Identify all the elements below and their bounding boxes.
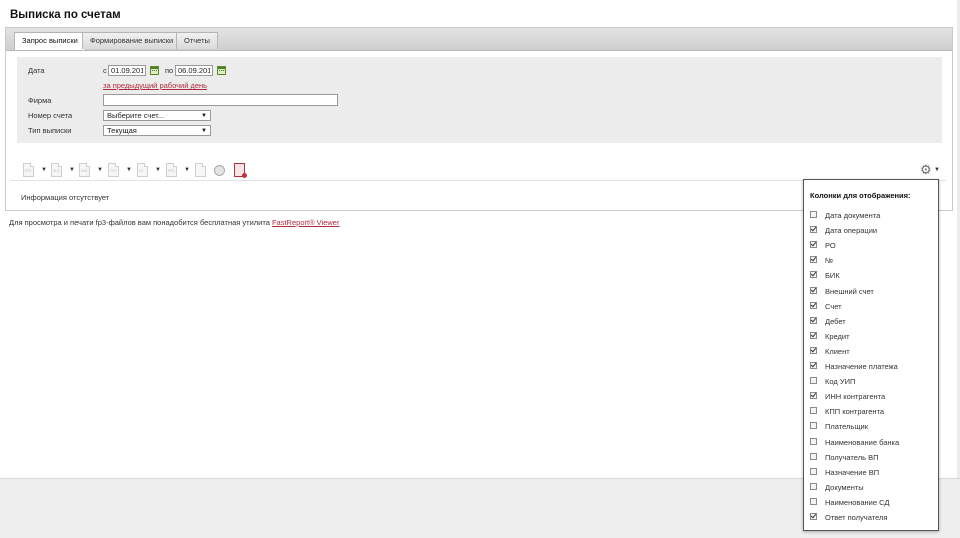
column-checkbox[interactable] xyxy=(810,316,817,324)
column-option-label: Клиент xyxy=(825,346,850,356)
date-label: Дата xyxy=(28,66,45,75)
chevron-down-icon[interactable]: ▼ xyxy=(41,167,47,173)
column-checkbox[interactable] xyxy=(810,241,817,249)
date-to-prefix: по xyxy=(165,66,174,75)
column-checkbox[interactable] xyxy=(810,377,817,385)
column-option-label: КПП контрагента xyxy=(825,407,885,417)
firm-label: Фирма xyxy=(28,96,52,105)
column-checkbox[interactable] xyxy=(810,467,817,475)
date-to-input[interactable] xyxy=(175,65,213,76)
fp3-viewer-note: Для просмотра и печати fp3-файлов вам по… xyxy=(9,218,339,227)
column-option-label: Дата операции xyxy=(825,226,878,236)
column-checkbox[interactable] xyxy=(810,422,817,430)
chevron-down-icon[interactable]: ▼ xyxy=(934,167,940,173)
column-option-label: Дебет xyxy=(825,316,846,326)
previous-business-day-link[interactable]: за предыдущий рабочий день xyxy=(103,81,207,90)
account-select[interactable]: Выберите счет... ▼ xyxy=(103,110,211,121)
column-option-label: Документы xyxy=(825,482,864,492)
column-checkbox[interactable] xyxy=(810,392,817,400)
column-checkbox[interactable] xyxy=(810,211,817,218)
fp3-icon: FP3 xyxy=(166,163,177,177)
column-option-label: Плательщик xyxy=(825,422,868,432)
column-option-label: № xyxy=(825,256,834,266)
column-option-label: Назначение платежа xyxy=(825,362,898,371)
fastreport-viewer-link[interactable]: FastReport® Viewer xyxy=(272,218,340,227)
account-select-value: Выберите счет... xyxy=(107,111,165,120)
tab-reports[interactable]: Отчеты xyxy=(176,32,218,49)
rtf-icon: RTF xyxy=(23,163,34,177)
export-icon xyxy=(195,163,206,177)
column-checkbox[interactable] xyxy=(810,437,817,445)
tab-generate[interactable]: Формирование выписки xyxy=(82,32,182,49)
gear-icon[interactable]: ⚙ xyxy=(920,163,932,176)
columns-panel-title: Колонки для отображения: xyxy=(810,191,911,200)
column-checkbox[interactable] xyxy=(810,346,817,354)
pdf-icon[interactable] xyxy=(234,163,247,178)
column-option-label: Ответ получателя xyxy=(825,513,888,522)
column-checkbox[interactable] xyxy=(810,513,817,520)
column-checkbox[interactable] xyxy=(810,301,817,309)
column-option-label: Внешний счет xyxy=(825,286,874,296)
columns-dropdown: Колонки для отображения: Дата документа Д… xyxy=(803,179,939,531)
column-checkbox[interactable] xyxy=(810,452,817,460)
column-checkbox[interactable] xyxy=(810,482,817,490)
calendar-icon[interactable] xyxy=(150,66,159,75)
column-option-label: Код УИП xyxy=(825,377,856,387)
column-checkbox[interactable] xyxy=(810,286,817,294)
calendar-icon[interactable] xyxy=(217,66,226,75)
chevron-down-icon[interactable]: ▼ xyxy=(155,167,161,173)
column-checkbox[interactable] xyxy=(810,271,817,279)
tab-request[interactable]: Запрос выписки xyxy=(14,32,86,50)
column-option-label: Получатель ВП xyxy=(825,452,879,462)
column-checkbox[interactable] xyxy=(810,362,817,369)
chevron-down-icon[interactable]: ▼ xyxy=(126,167,132,173)
column-option-label: Наименование СД xyxy=(825,497,890,507)
empty-info-text: Информация отсутствует xyxy=(21,193,110,202)
date-from-prefix: с xyxy=(103,66,107,75)
column-option-label: Дата документа xyxy=(825,211,881,220)
chevron-down-icon[interactable]: ▼ xyxy=(69,167,75,173)
column-checkbox[interactable] xyxy=(810,407,817,415)
column-checkbox[interactable] xyxy=(810,226,817,234)
1c-icon: 1C xyxy=(137,163,148,177)
xls-icon: XLS xyxy=(51,163,62,177)
column-checkbox[interactable] xyxy=(810,497,817,505)
page-title: Выписка по счетам xyxy=(10,9,121,21)
account-label: Номер счета xyxy=(28,111,73,120)
column-option-label: ИНН контрагента xyxy=(825,392,886,402)
chevron-down-icon[interactable]: ▼ xyxy=(184,167,190,173)
column-option-label: Счет xyxy=(825,301,842,311)
statement-type-value: Текущая xyxy=(107,126,137,135)
statement-type-select[interactable]: Текущая ▼ xyxy=(103,125,211,136)
chevron-down-icon: ▼ xyxy=(201,128,207,134)
column-option-label: Наименование банка xyxy=(825,437,900,447)
column-checkbox[interactable] xyxy=(810,256,817,264)
column-option-label: РО xyxy=(825,241,836,251)
firm-input[interactable] xyxy=(103,94,338,106)
column-checkbox[interactable] xyxy=(810,331,817,339)
print-icon[interactable] xyxy=(214,165,225,176)
chevron-down-icon[interactable]: ▼ xyxy=(97,167,103,173)
date-from-input[interactable] xyxy=(108,65,146,76)
statement-type-label: Тип выписки xyxy=(28,126,72,135)
column-option-label: Назначение ВП xyxy=(825,467,880,477)
chevron-down-icon: ▼ xyxy=(201,113,207,119)
column-option-label: Кредит xyxy=(825,331,850,341)
tab-bar: Запрос выписки Формирование выписки Отче… xyxy=(6,28,952,51)
note-text: Для просмотра и печати fp3-файлов вам по… xyxy=(9,218,272,227)
doc-icon: DOC xyxy=(79,163,90,177)
txt-icon: TXT xyxy=(108,163,119,177)
column-option-label: БИК xyxy=(825,271,840,281)
